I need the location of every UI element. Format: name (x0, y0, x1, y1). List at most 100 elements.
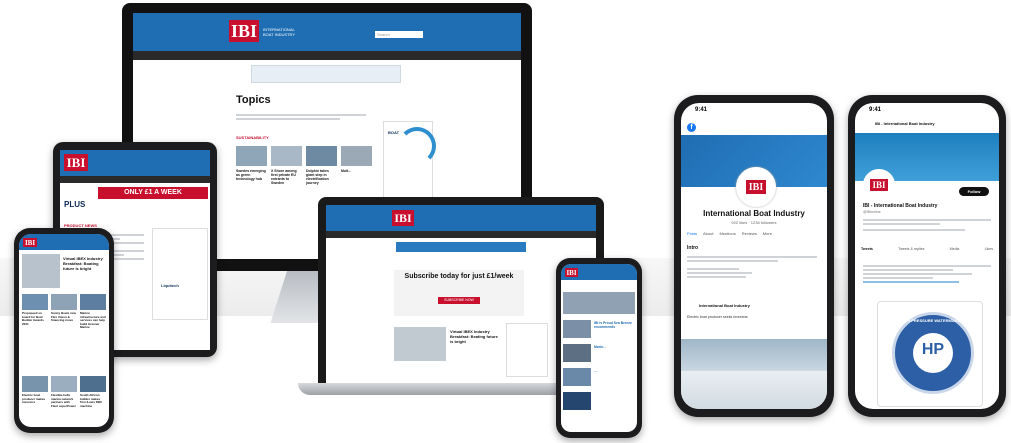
card-image[interactable] (563, 320, 591, 338)
fb-page-name: International Boat Industry (703, 209, 805, 218)
article-image[interactable] (271, 146, 302, 166)
tablet-logo[interactable]: IBI (64, 154, 88, 171)
tw-follow-button[interactable]: Follow (959, 187, 989, 196)
phone-mid-header: IBI (561, 264, 637, 280)
facebook-icon[interactable]: f (687, 123, 696, 132)
phone-mid-device: IBI IBI is Proud Sea Breeze recommends M… (556, 258, 642, 438)
phone-twitter-device: 9:41 IBI - International Boat Industry I… (848, 95, 1006, 417)
fb-tab-reviews[interactable]: Reviews (742, 231, 757, 236)
fb-tab-posts[interactable]: Posts (687, 231, 697, 236)
card-image[interactable] (80, 294, 106, 310)
desktop-header: IBI INTERNATIONAL BOAT INDUSTRY Search (133, 13, 521, 51)
article-title[interactable]: Mult... (341, 169, 372, 173)
tw-status-time: 9:41 (869, 107, 882, 113)
article-image[interactable] (236, 146, 267, 166)
card-image[interactable] (51, 294, 77, 310)
fb-tab-mentions[interactable]: Mentions (719, 231, 735, 236)
fb-status-time: 9:41 (695, 107, 708, 113)
desktop-ad-banner[interactable] (251, 65, 401, 83)
article-title[interactable]: X Shore among first private EU entrants … (271, 169, 302, 185)
phone-left-feature-title[interactable]: Virtual IBEX Industry Breakfast: Boating… (63, 256, 106, 271)
laptop-feature-image[interactable] (394, 327, 446, 361)
phone-left-logo[interactable]: IBI (23, 238, 37, 247)
laptop-subscribe-box: Subscribe today for just £1/week SUBSCRI… (394, 270, 524, 316)
phone-mid-screen: IBI IBI is Proud Sea Breeze recommends M… (561, 264, 637, 432)
hp-badge-letters: HP (921, 341, 945, 358)
card-title[interactable]: Marina infrastructure and services can h… (80, 311, 106, 330)
article-image[interactable] (306, 146, 337, 166)
laptop-header: IBI (326, 205, 596, 231)
phone-left-device: IBI Virtual IBEX Industry Breakfast: Boa… (14, 228, 114, 433)
fb-post-image[interactable] (681, 339, 827, 409)
brand-line-2: BOAT INDUSTRY (263, 32, 296, 37)
ad-word: BOAT (388, 130, 400, 135)
card-image[interactable] (51, 376, 77, 392)
phone-left-feature-image[interactable] (22, 254, 60, 288)
tw-header-name: IBI - International Boat Industry (875, 121, 935, 126)
desktop-search-input[interactable]: Search (375, 31, 423, 38)
article-image[interactable] (341, 146, 372, 166)
hp-watermakers-badge: HP HIGH PRESSURE WATERMAKERS (892, 312, 974, 394)
laptop-feature-title[interactable]: Virtual IBEX Industry Breakfast: Beating… (450, 329, 500, 344)
desktop-intro-text (236, 112, 366, 122)
tablet-ad-brand[interactable]: PLUS (64, 200, 85, 209)
tw-tabs: Tweets Tweets & replies Media Likes (861, 247, 993, 251)
fb-profile-picture[interactable]: IBI (736, 167, 776, 207)
article-title[interactable]: Swedes emerging as green technology hub (236, 169, 267, 181)
card-title[interactable]: Marin... (594, 345, 634, 349)
phone-left-screen: IBI Virtual IBEX Industry Breakfast: Boa… (19, 234, 109, 427)
tablet-ad-word: Liquitech (161, 283, 179, 288)
laptop-nav[interactable] (326, 231, 596, 238)
desktop-section-label[interactable]: SUSTAINABILITY (236, 135, 269, 140)
tablet-side-ad[interactable]: Liquitech (152, 228, 208, 320)
fb-tab-about[interactable]: About (703, 231, 713, 236)
fb-post-text: Electric boat producer seeks investors (687, 315, 748, 319)
fb-likes-count: 922 likes · 1236 followers (731, 220, 777, 225)
hp-badge-text: HIGH PRESSURE WATERMAKERS (900, 318, 966, 323)
tw-profile-logo: IBI (870, 179, 888, 191)
article-title[interactable]: Dolphin takes giant step in electrificat… (306, 169, 337, 185)
desktop-nav[interactable] (133, 51, 521, 60)
card-title[interactable]: Electric boat producer makes investors (22, 393, 48, 405)
tablet-promo-banner[interactable]: ONLY £1 A WEEK (98, 187, 208, 199)
laptop-side-ad[interactable] (506, 323, 548, 377)
card-image[interactable] (22, 294, 48, 310)
phone-mid-logo[interactable]: IBI (565, 268, 578, 277)
tw-tweet-image-card[interactable]: HP HIGH PRESSURE WATERMAKERS (877, 301, 983, 407)
card-image[interactable] (80, 376, 106, 392)
card-image[interactable] (563, 392, 591, 410)
tablet-nav[interactable] (60, 176, 210, 183)
card-title[interactable]: ... (594, 369, 634, 373)
desktop-page-title: Topics (236, 94, 271, 106)
phone-left-header: IBI (19, 234, 109, 250)
tw-tab-media[interactable]: Media (950, 247, 960, 251)
card-title[interactable]: South African builder makes first 3-axis… (80, 393, 106, 408)
tw-tab-replies[interactable]: Tweets & replies (898, 247, 924, 251)
laptop-subscribe-button[interactable]: SUBSCRIBE NOW (438, 297, 480, 304)
tw-tab-tweets[interactable]: Tweets (861, 247, 873, 251)
card-image[interactable] (22, 376, 48, 392)
tw-handle: @IBIonline (863, 210, 881, 214)
desktop-logo[interactable]: IBI (229, 20, 259, 42)
ad-swirl-graphic (398, 127, 436, 165)
card-title[interactable]: Propspeed on board for Boat Builder Awar… (22, 311, 48, 326)
tw-profile-picture[interactable]: IBI (863, 169, 895, 201)
desktop-brand-name: INTERNATIONAL BOAT INDUSTRY (263, 27, 295, 37)
phone-mid-hero[interactable] (563, 292, 635, 314)
phone-twitter-screen: 9:41 IBI - International Boat Industry I… (855, 103, 999, 409)
card-title[interactable]: Flexible-hulls marina network partners w… (51, 393, 77, 408)
card-title[interactable]: Sunny Boats new Flex Vision & financing … (51, 311, 77, 323)
card-image[interactable] (563, 344, 591, 362)
fb-profile-logo: IBI (746, 180, 766, 194)
laptop-subscribe-title: Subscribe today for just £1/week (404, 273, 514, 280)
laptop-logo[interactable]: IBI (392, 210, 414, 226)
laptop-ad-banner[interactable] (396, 242, 526, 252)
tw-tab-likes[interactable]: Likes (985, 247, 993, 251)
card-title[interactable]: IBI is Proud Sea Breeze recommends (594, 321, 634, 329)
fb-tab-more[interactable]: More (763, 231, 772, 236)
card-image[interactable] (563, 368, 591, 386)
fb-post-author[interactable]: International Boat Industry (699, 303, 750, 308)
fb-intro-label: Intro (687, 245, 699, 251)
tablet-header: IBI (60, 150, 210, 176)
phone-facebook-screen: 9:41 f IBI International Boat Industry 9… (681, 103, 827, 409)
